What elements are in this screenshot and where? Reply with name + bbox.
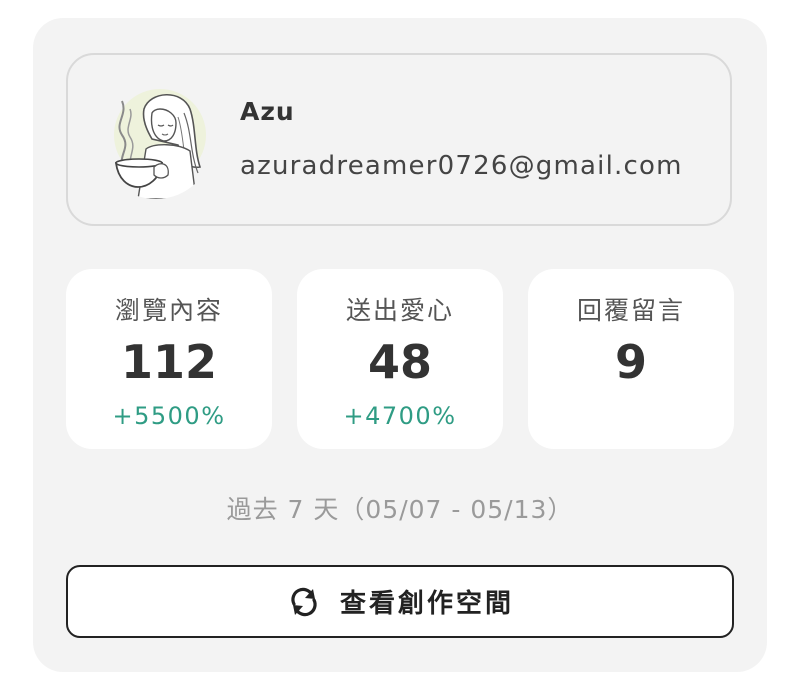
avatar-illustration-icon (98, 83, 214, 199)
stat-value: 9 (614, 335, 647, 389)
stat-value: 48 (367, 335, 432, 389)
stat-views: 瀏覽內容 112 +5500% (66, 269, 272, 449)
date-range-text: 過去 7 天（05/07 - 05/13） (226, 495, 574, 524)
avatar (98, 83, 214, 199)
stat-change: +5500% (112, 402, 226, 430)
stat-value: 112 (120, 335, 218, 389)
refresh-icon (291, 587, 317, 616)
view-creator-space-button[interactable]: 查看創作空間 (66, 565, 734, 638)
stat-replies: 回覆留言 9 (528, 269, 734, 449)
stat-change: +4700% (343, 402, 457, 430)
profile-stats-card: Azu azuradreamer0726@gmail.com 瀏覽內容 112 … (33, 18, 767, 672)
stat-label: 回覆留言 (576, 296, 685, 325)
button-label: 查看創作空間 (339, 589, 514, 619)
user-email: azuradreamer0726@gmail.com (240, 151, 683, 181)
stat-label: 送出愛心 (345, 296, 454, 325)
stat-likes-sent: 送出愛心 48 +4700% (297, 269, 503, 449)
user-name: Azu (240, 97, 295, 126)
stat-label: 瀏覽內容 (114, 296, 223, 325)
profile-section: Azu azuradreamer0726@gmail.com (66, 53, 732, 226)
